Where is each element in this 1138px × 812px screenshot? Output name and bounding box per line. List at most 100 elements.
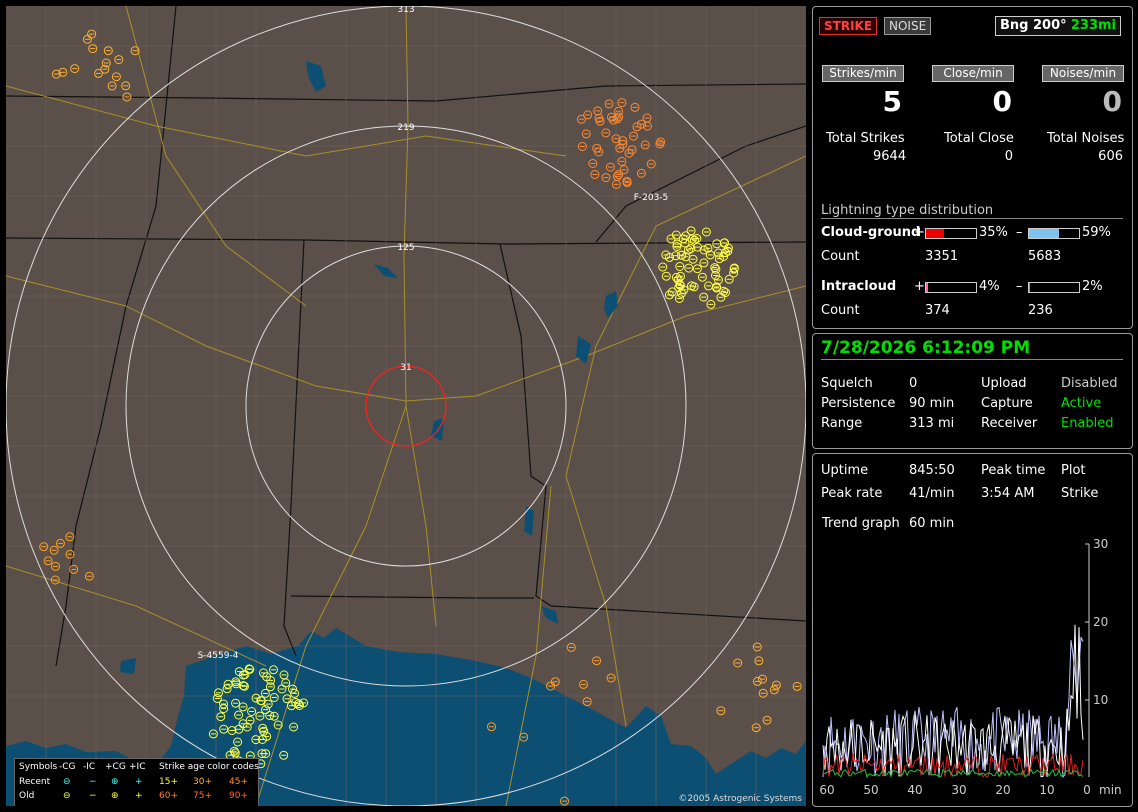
total-strikes-label: Total Strikes xyxy=(826,131,905,146)
pos-ic-old-icon: + xyxy=(135,791,143,801)
squelch-value: 0 xyxy=(909,376,918,391)
bearing-readout: Bng 200° 233mi xyxy=(995,16,1121,36)
map-legend: Symbols -CG -IC +CG +IC Strike age color… xyxy=(14,758,259,806)
ic-positive-bar xyxy=(925,282,977,293)
neg-ic-old-icon: − xyxy=(89,791,97,801)
age-90-label: 90+ xyxy=(229,791,248,801)
peak-rate-label: Peak rate xyxy=(821,486,883,501)
trend-graph-label: Trend graph xyxy=(822,516,900,531)
status-panel: STRIKE NOISE Bng 200° 233mi Strikes/min … xyxy=(812,6,1133,329)
x-unit-label: min xyxy=(1099,783,1122,797)
upload-value: Disabled xyxy=(1061,376,1118,391)
trend-panel: Uptime 845:50 Peak time Plot Peak rate 4… xyxy=(812,453,1133,807)
age-75-label: 75+ xyxy=(193,791,212,801)
total-close-label: Total Close xyxy=(944,131,1014,146)
age-15-label: 15+ xyxy=(159,777,178,787)
strike-map[interactable]: 31 125 219 313 F-203-5 S-4559-4 Symbols … xyxy=(6,6,806,806)
y-label-30: 30 xyxy=(1093,537,1108,551)
info-divider xyxy=(821,359,1123,360)
pos-ic-recent-icon: + xyxy=(135,777,143,787)
x-label-30: 30 xyxy=(951,783,966,797)
strike-button[interactable]: STRIKE xyxy=(819,17,878,35)
range-labels: 31 125 219 313 F-203-5 S-4559-4 xyxy=(198,6,669,661)
cg-positive-count: 3351 xyxy=(925,249,959,264)
cg-plus-sign: + xyxy=(914,225,925,240)
cg-negative-count: 5683 xyxy=(1028,249,1062,264)
cg-minus-sign: – xyxy=(1016,225,1023,240)
receiver-label: Receiver xyxy=(981,416,1038,431)
uptime-label: Uptime xyxy=(821,463,869,478)
ic-negative-count: 236 xyxy=(1028,303,1053,318)
range-label-125: 125 xyxy=(397,243,414,253)
trend-trace xyxy=(822,624,1084,778)
distribution-divider xyxy=(821,218,1123,219)
range-label-313: 313 xyxy=(397,6,414,15)
cg-negative-pct: 59% xyxy=(1082,225,1111,240)
legend-age-label: Strike age color codes xyxy=(159,762,259,772)
intracloud-label: Intracloud xyxy=(821,279,897,294)
y-label-20: 20 xyxy=(1093,615,1108,629)
storm-label-f203: F-203-5 xyxy=(634,193,669,203)
x-label-10: 10 xyxy=(1039,783,1054,797)
plot-value[interactable]: Strike xyxy=(1061,486,1098,501)
ic-minus-sign: – xyxy=(1016,279,1023,294)
total-strikes-value: 9644 xyxy=(873,149,907,164)
trend-graph-span: 60 min xyxy=(909,516,955,531)
info-panel: 7/28/2026 6:12:09 PM Squelch 0 Upload Di… xyxy=(812,333,1133,449)
y-label-10: 10 xyxy=(1093,693,1108,707)
cg-count-label: Count xyxy=(821,249,860,264)
close-per-min-header[interactable]: Close/min xyxy=(932,65,1014,82)
bearing-value: Bng 200° xyxy=(1000,18,1067,33)
age-45-label: 45+ xyxy=(229,777,248,787)
ic-plus-sign: + xyxy=(914,279,925,294)
distribution-title: Lightning type distribution xyxy=(821,203,994,218)
noise-button[interactable]: NOISE xyxy=(884,17,932,35)
trend-graph: 30 20 10 60 50 40 30 20 10 0 min xyxy=(819,537,1122,797)
legend-col-pos-cg: +CG xyxy=(105,762,126,772)
persistence-value: 90 min xyxy=(909,396,955,411)
legend-recent-label: Recent xyxy=(19,777,51,787)
ic-negative-pct: 2% xyxy=(1082,279,1103,294)
copyright-notice: ©2005 Astrogenic Systems xyxy=(678,794,802,804)
noises-per-min-header[interactable]: Noises/min xyxy=(1042,65,1124,82)
cg-positive-pct: 35% xyxy=(979,225,1008,240)
ic-count-label: Count xyxy=(821,303,860,318)
range-label: Range xyxy=(821,416,863,431)
date-time: 7/28/2026 6:12:09 PM xyxy=(821,338,1031,358)
age-60-label: 60+ xyxy=(159,791,178,801)
peak-rate-value: 41/min xyxy=(909,486,955,501)
age-30-label: 30+ xyxy=(193,777,212,787)
ic-negative-bar xyxy=(1028,282,1080,293)
uptime-value: 845:50 xyxy=(909,463,955,478)
close-per-min-value: 0 xyxy=(992,85,1012,118)
x-label-20: 20 xyxy=(995,783,1010,797)
pos-cg-recent-icon: ⊕ xyxy=(111,777,119,787)
total-noises-value: 606 xyxy=(1098,149,1123,164)
x-label-50: 50 xyxy=(863,783,878,797)
legend-col-neg-ic: -IC xyxy=(83,762,96,772)
range-label-31: 31 xyxy=(400,363,411,373)
plot-label: Plot xyxy=(1061,463,1086,478)
neg-ic-recent-icon: − xyxy=(89,777,97,787)
legend-col-pos-ic: +IC xyxy=(129,762,146,772)
pos-cg-old-icon: ⊕ xyxy=(111,791,119,801)
total-close-value: 0 xyxy=(1004,149,1013,164)
neg-cg-recent-icon: ⊖ xyxy=(63,777,71,787)
range-value: 313 mi xyxy=(909,416,955,431)
legend-old-label: Old xyxy=(19,791,35,801)
peak-time-label: Peak time xyxy=(981,463,1046,478)
x-label-0: 0 xyxy=(1083,783,1091,797)
x-label-60: 60 xyxy=(819,783,834,797)
state-borders xyxy=(6,6,806,667)
capture-label: Capture xyxy=(981,396,1033,411)
legend-col-neg-cg: -CG xyxy=(59,762,76,772)
upload-label: Upload xyxy=(981,376,1027,391)
x-label-40: 40 xyxy=(907,783,922,797)
squelch-label: Squelch xyxy=(821,376,873,391)
capture-value: Active xyxy=(1061,396,1102,411)
ic-positive-pct: 4% xyxy=(979,279,1000,294)
map-canvas: 31 125 219 313 F-203-5 S-4559-4 xyxy=(6,6,806,806)
noises-per-min-value: 0 xyxy=(1102,85,1122,118)
range-label-219: 219 xyxy=(397,123,414,133)
strikes-per-min-header[interactable]: Strikes/min xyxy=(822,65,904,82)
